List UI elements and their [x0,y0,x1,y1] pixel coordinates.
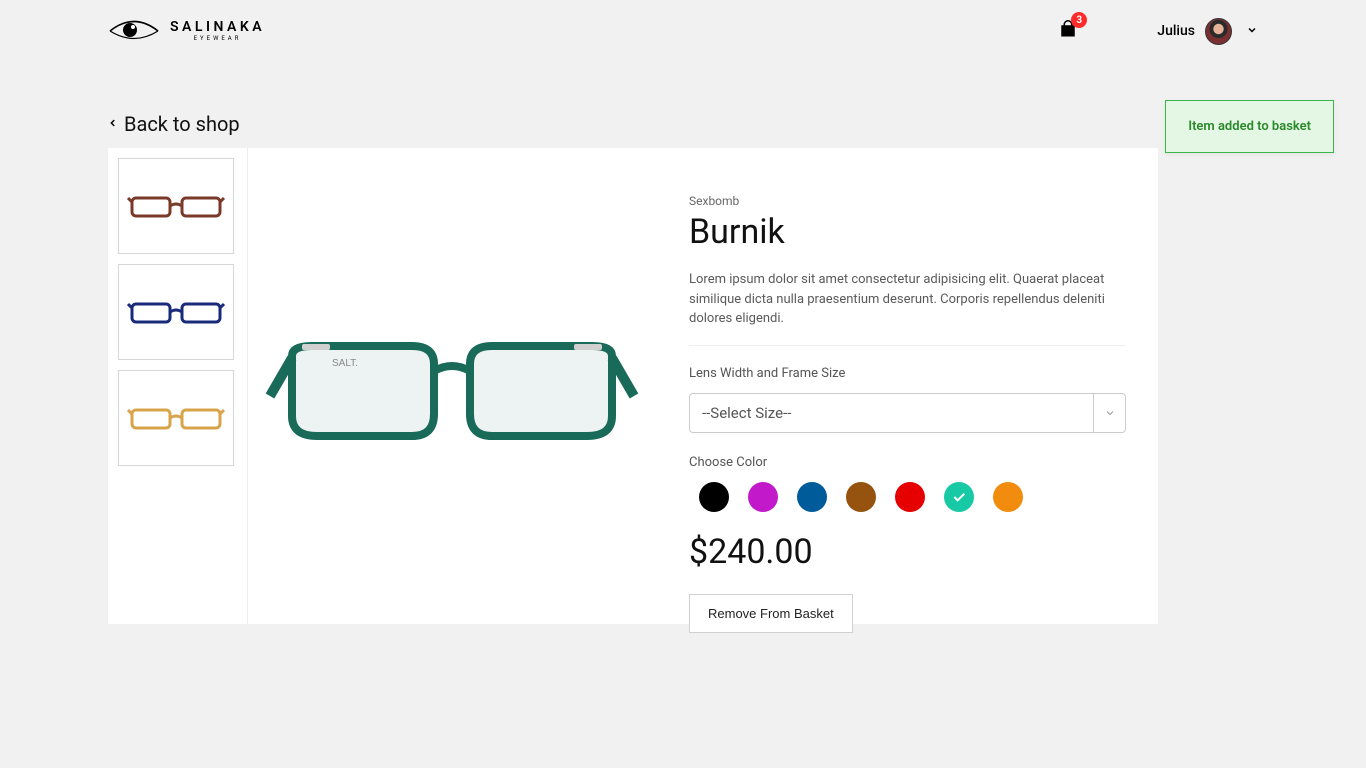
toast-message: Item added to basket [1188,119,1311,134]
check-icon [951,489,967,505]
header-right: 3 Julius [1059,18,1258,45]
color-swatch-purple[interactable] [748,482,778,512]
size-select[interactable]: --Select Size-- [689,393,1126,433]
chevron-left-icon [108,112,118,136]
remove-from-basket-button[interactable]: Remove From Basket [689,594,853,633]
thumbnail-list [108,148,248,624]
color-swatch-teal[interactable] [944,482,974,512]
color-swatch-red[interactable] [895,482,925,512]
product-panel: SALT. Sexbomb Burnik Lorem ipsum dolor s… [108,148,1158,624]
color-swatch-blue[interactable] [797,482,827,512]
logo-text: SALINAKA EYEWEAR [170,20,265,42]
size-label: Lens Width and Frame Size [689,366,1126,381]
size-select-value: --Select Size-- [702,404,791,422]
chevron-down-icon [1093,394,1125,432]
glasses-icon [126,186,226,226]
toast-item-added: Item added to basket [1165,100,1334,153]
eye-logo-icon [108,18,160,44]
thumbnail[interactable] [118,158,234,254]
back-label: Back to shop [124,112,240,136]
product-brand-tag: Sexbomb [689,194,1126,208]
color-swatch-brown[interactable] [846,482,876,512]
color-swatch-list [689,482,1126,512]
cart-button[interactable]: 3 [1059,20,1077,42]
header: SALINAKA EYEWEAR 3 Julius [0,0,1366,62]
thumbnail[interactable] [118,370,234,466]
glasses-icon [126,292,226,332]
divider [689,345,1126,346]
chevron-down-icon [1242,24,1258,39]
color-label: Choose Color [689,455,1126,470]
back-to-shop-link[interactable]: Back to shop [108,112,240,136]
svg-text:SALT.: SALT. [332,358,358,369]
product-main-image: SALT. [248,148,657,624]
username: Julius [1157,23,1195,39]
thumbnail[interactable] [118,264,234,360]
color-swatch-orange[interactable] [993,482,1023,512]
color-swatch-black[interactable] [699,482,729,512]
product-description: Lorem ipsum dolor sit amet consectetur a… [689,270,1119,329]
glasses-icon [126,398,226,438]
cart-badge: 3 [1071,12,1087,28]
product-details: Sexbomb Burnik Lorem ipsum dolor sit ame… [657,148,1158,624]
logo[interactable]: SALINAKA EYEWEAR [108,18,265,44]
user-menu[interactable]: Julius [1157,18,1258,45]
logo-sub: EYEWEAR [170,36,265,42]
product-name: Burnik [689,212,1126,252]
avatar [1205,18,1232,45]
logo-brand: SALINAKA [170,20,265,34]
product-price: $240.00 [689,532,1126,572]
glasses-icon: SALT. [262,286,642,486]
